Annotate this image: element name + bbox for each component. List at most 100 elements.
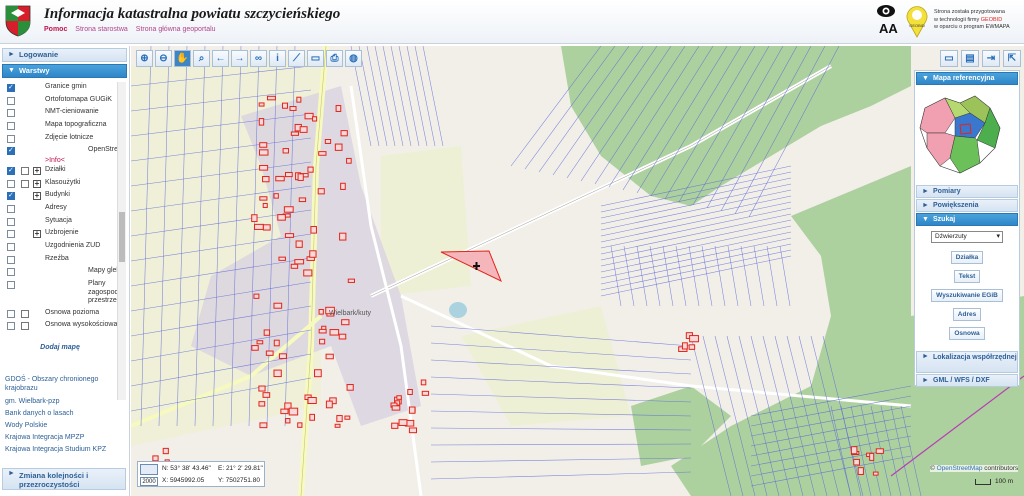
reference-map-header[interactable]: ▼ Mapa referencyjna: [916, 72, 1018, 85]
contrast-eye-icon[interactable]: [876, 4, 896, 18]
layer-item[interactable]: NMT-cieniowanie: [2, 107, 118, 120]
municipality-select[interactable]: Dźwierzuty: [931, 231, 1003, 243]
scale-denominator[interactable]: 2000: [140, 477, 158, 486]
layer-item[interactable]: + Budynki: [2, 190, 118, 203]
layout-panel-icon[interactable]: ▤: [961, 50, 979, 67]
layer-checkbox[interactable]: [7, 255, 15, 264]
layer-checkbox[interactable]: [7, 83, 15, 92]
search-egib-button[interactable]: Wyszukiwanie EGiB: [931, 289, 1003, 302]
lokalizacja-label: Lokalizacja współrzędnej: [933, 354, 1017, 361]
link-icon[interactable]: ∞: [250, 50, 267, 67]
layer-checkbox[interactable]: [7, 281, 15, 290]
layer-item[interactable]: OpenStreetMap >Info<: [2, 145, 118, 165]
search-control-point-button[interactable]: Osnowa: [949, 327, 985, 340]
layer-item[interactable]: Zdjęcie lotnicze: [2, 133, 118, 146]
extra-map-link[interactable]: gm. Wielbark-pzp: [5, 398, 115, 407]
extra-map-link[interactable]: Krajowa Integracja Studium KPZ: [5, 446, 115, 455]
powiekszenia-header[interactable]: ► Powiększenia: [916, 199, 1018, 212]
scrollbar-thumb[interactable]: [119, 212, 125, 262]
layer-checkbox[interactable]: [7, 322, 15, 331]
order-panel-label: Zmiana kolejności i przezroczystości: [19, 471, 89, 489]
legend-icon[interactable]: [21, 322, 29, 331]
layer-item[interactable]: Mapa topograficzna: [2, 120, 118, 133]
measure-icon[interactable]: ⟋: [288, 50, 305, 67]
layer-checkbox[interactable]: [7, 309, 15, 318]
map-view[interactable]: Wielbark/kuty: [131, 46, 1024, 496]
layer-checkbox[interactable]: [7, 268, 15, 277]
order-panel-header[interactable]: ► Zmiana kolejności i przezroczystości: [2, 468, 126, 490]
search-address-button[interactable]: Adres: [952, 308, 982, 321]
login-panel-header[interactable]: ► Logowanie: [2, 48, 127, 62]
layer-item[interactable]: + Klasoużytki: [2, 178, 118, 191]
info-icon[interactable]: i: [269, 50, 286, 67]
map-canvas[interactable]: Wielbark/kuty: [131, 46, 1024, 496]
search-parcel-button[interactable]: Działka: [950, 251, 984, 264]
arrow-left-icon[interactable]: ←: [212, 50, 229, 67]
layer-item[interactable]: + Uzbrojenie: [2, 228, 118, 241]
layer-checkbox[interactable]: [7, 134, 15, 143]
gml-header[interactable]: ► GML / WFS / DXF: [916, 374, 1018, 387]
expand-icon[interactable]: +: [33, 166, 41, 175]
layer-checkbox[interactable]: [7, 243, 15, 252]
ruler-icon[interactable]: ▭: [307, 50, 324, 67]
layer-checkbox[interactable]: [7, 122, 15, 131]
pomiary-header[interactable]: ► Pomiary: [916, 185, 1018, 198]
extra-map-link[interactable]: GDOŚ - Obszary chronionego krajobrazu: [5, 376, 115, 393]
layer-item[interactable]: Osnowa wysokościowa: [2, 320, 118, 333]
layer-item[interactable]: Ortofotomapa GUGiK: [2, 95, 118, 108]
export-icon[interactable]: ⇥: [982, 50, 1000, 67]
logout-icon[interactable]: ⇱: [1003, 50, 1021, 67]
extra-map-link[interactable]: Krajowa Integracja MPZP: [5, 434, 115, 443]
osm-link[interactable]: OpenStreetMap: [937, 465, 983, 472]
credit-brand[interactable]: GEOBID: [981, 17, 1002, 23]
add-map-link[interactable]: Dodaj mapę: [2, 344, 118, 351]
zoom-box-icon[interactable]: ⌕: [193, 50, 210, 67]
layer-item[interactable]: Rzeźba: [2, 254, 118, 267]
layer-checkbox[interactable]: [7, 109, 15, 118]
layer-item[interactable]: Mapy glebowo-rolnicze: [2, 266, 118, 279]
layer-item[interactable]: Sytuacja: [2, 216, 118, 229]
attribution-suffix: contributors: [982, 465, 1019, 472]
help-link[interactable]: Pomoc: [44, 26, 67, 33]
layer-item[interactable]: Osnowa pozioma: [2, 308, 118, 321]
layer-checkbox[interactable]: [7, 217, 15, 226]
font-size-toggle[interactable]: AA: [879, 21, 898, 36]
pan-hand-icon[interactable]: ✋: [174, 50, 191, 67]
geoportal-home-link[interactable]: Strona główna geoportalu: [136, 26, 216, 33]
layer-checkbox[interactable]: [7, 205, 15, 213]
legend-icon[interactable]: [21, 166, 29, 175]
expand-icon[interactable]: +: [33, 230, 41, 239]
layer-info-link[interactable]: >Info<: [45, 157, 118, 165]
layer-item[interactable]: Uzgodnienia ZUD: [2, 241, 118, 254]
zoom-out-icon[interactable]: ⊖: [155, 50, 172, 67]
print-icon[interactable]: ⎙: [326, 50, 343, 67]
expand-icon[interactable]: +: [33, 192, 41, 201]
lokalizacja-header[interactable]: ► Lokalizacja współrzędnej: [916, 351, 1018, 373]
layer-checkbox[interactable]: [7, 146, 15, 156]
layer-checkbox[interactable]: [7, 191, 15, 201]
extra-map-link[interactable]: Bank danych o lasach: [5, 410, 115, 419]
layer-checkbox[interactable]: [7, 230, 15, 239]
arrow-right-icon[interactable]: →: [231, 50, 248, 67]
county-site-link[interactable]: Strona starostwa: [75, 26, 128, 33]
expand-icon[interactable]: +: [33, 179, 41, 188]
layer-checkbox[interactable]: [7, 179, 15, 188]
layer-checkbox[interactable]: [7, 166, 15, 175]
layer-item[interactable]: Granice gmin: [2, 82, 118, 95]
layer-checkbox[interactable]: [7, 96, 15, 105]
legend-icon[interactable]: [21, 179, 29, 188]
layer-list-scrollbar[interactable]: [117, 82, 126, 400]
szukaj-header[interactable]: ▼ Szukaj: [916, 213, 1018, 226]
layers-panel-header[interactable]: ▼ Warstwy: [2, 64, 127, 78]
legend-icon[interactable]: [21, 309, 29, 318]
extra-map-link[interactable]: Wody Polskie: [5, 422, 115, 431]
scale-ruler-icon[interactable]: [140, 464, 158, 475]
layer-item[interactable]: + Działki: [2, 165, 118, 178]
search-text-button[interactable]: Tekst: [953, 270, 981, 283]
globe-icon[interactable]: ◍: [345, 50, 362, 67]
layer-item[interactable]: Plany zagospodarowania przestrzennego: [2, 279, 118, 308]
layout-window-icon[interactable]: ▭: [940, 50, 958, 67]
layer-item[interactable]: Adresy: [2, 203, 118, 216]
zoom-in-icon[interactable]: ⊕: [136, 50, 153, 67]
reference-map[interactable]: [915, 88, 1007, 180]
